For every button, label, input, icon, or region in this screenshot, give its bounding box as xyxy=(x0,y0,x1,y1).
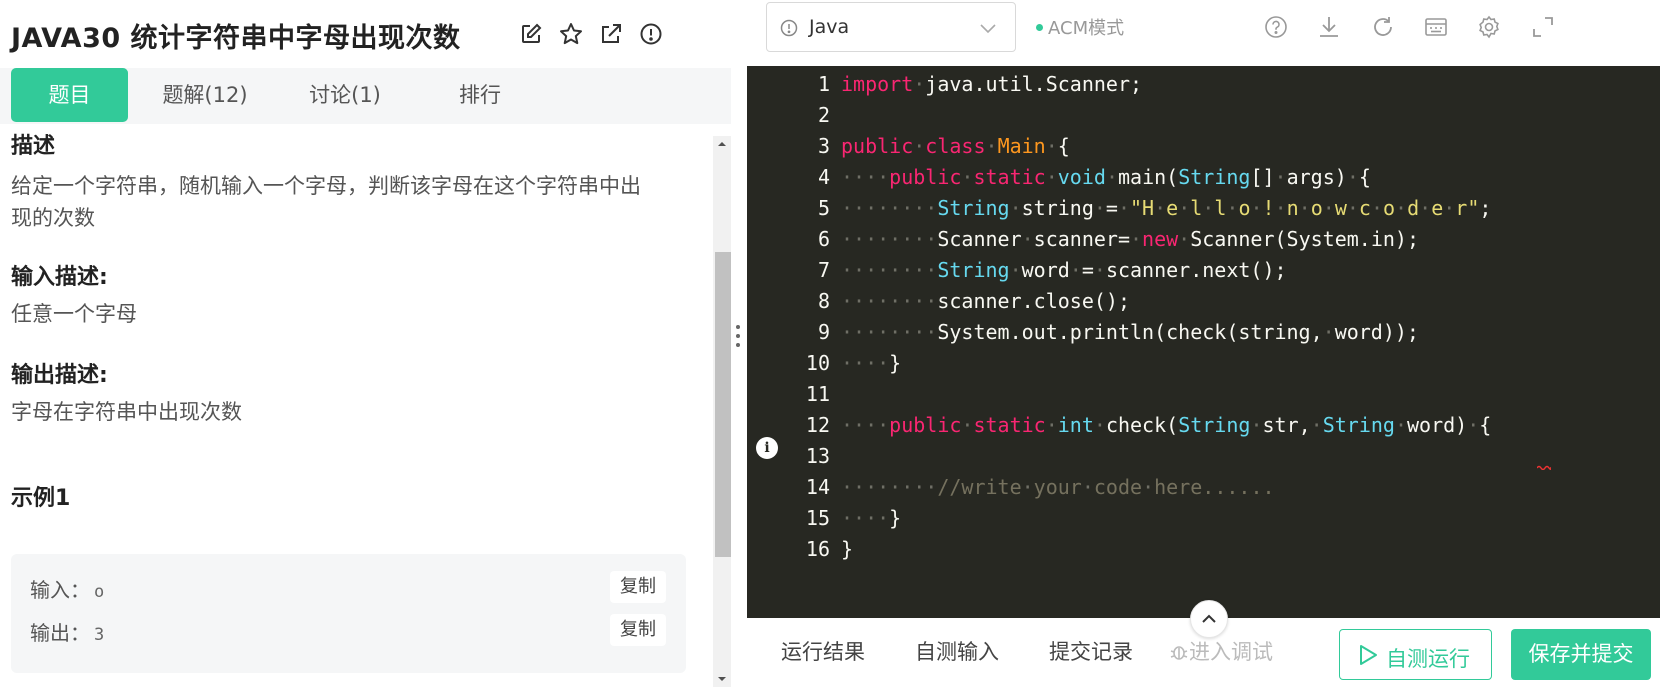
code-line: 4 ····public·static·void·main(String[]·ar… xyxy=(817,165,1371,189)
language-label: Java xyxy=(809,16,850,38)
chevron-down-icon xyxy=(980,24,996,34)
language-info-icon xyxy=(780,19,798,37)
debug-button[interactable]: 进入调试 xyxy=(1169,636,1273,666)
problem-scrollbar[interactable] xyxy=(713,136,731,687)
output-description-heading: 输出描述: xyxy=(11,363,108,388)
code-line: 13 xyxy=(805,444,830,468)
tab-ranking[interactable]: 排行 xyxy=(430,68,530,122)
run-test-label: 自测运行 xyxy=(1386,647,1470,671)
chevron-up-icon xyxy=(1202,614,1216,623)
editor-panel: Java ACM模式 1 import·java.util.Scanner; 2… xyxy=(747,0,1660,687)
example-input: 输入： o xyxy=(30,574,104,603)
info-icon[interactable] xyxy=(637,20,665,48)
settings-icon[interactable] xyxy=(1475,13,1503,41)
debug-label: 进入调试 xyxy=(1189,640,1273,664)
example-input-label: 输入： xyxy=(30,578,90,602)
tab-problem[interactable]: 题目 xyxy=(11,68,128,122)
reset-icon[interactable] xyxy=(1369,13,1397,41)
download-icon[interactable] xyxy=(1315,13,1343,41)
description-heading: 描述 xyxy=(11,134,56,159)
mode-dot-icon xyxy=(1036,24,1043,31)
tab-custom-input[interactable]: 自测输入 xyxy=(915,636,999,666)
input-description-text: 任意一个字母 xyxy=(11,302,137,326)
edit-icon[interactable] xyxy=(517,20,545,48)
error-squiggle-icon xyxy=(1537,465,1551,470)
code-line: 15 ····} xyxy=(805,506,902,530)
code-line: 16} xyxy=(805,537,854,561)
scroll-up-arrow-icon[interactable] xyxy=(713,136,731,152)
output-description-text: 字母在字符串中出现次数 xyxy=(11,400,242,424)
problem-content: 描述 给定一个字符串，随机输入一个字母，判断该字母在这个字符串中出 现的次数 输… xyxy=(0,124,713,687)
title-row: JAVA30 统计字符串中字母出现次数 xyxy=(0,0,731,68)
tab-solutions[interactable]: 题解(12) xyxy=(145,68,265,122)
code-line: 9 ········System.out.println(check(string… xyxy=(817,320,1419,344)
drag-dots-icon xyxy=(736,325,742,353)
gutter-info-icon[interactable]: i xyxy=(756,437,778,459)
console-bar: 运行结果 自测输入 提交记录 进入调试 自测运行 保存并提交 xyxy=(747,600,1660,687)
problem-tabs: 题目 题解(12) 讨论(1) 排行 xyxy=(0,68,731,124)
external-link-icon[interactable] xyxy=(597,20,625,48)
scroll-thumb[interactable] xyxy=(715,252,731,557)
code-line: 5 ········String·string·=·"H·e·l·l·o·!·n·… xyxy=(817,196,1492,220)
code-line: 2 xyxy=(817,103,830,127)
description-text-line1: 给定一个字符串，随机输入一个字母，判断该字母在这个字符串中出 xyxy=(11,174,641,198)
code-line: 1 import·java.util.Scanner; xyxy=(817,72,1143,96)
star-icon[interactable] xyxy=(557,20,585,48)
panel-resize-handle[interactable] xyxy=(731,0,747,687)
keyboard-icon[interactable] xyxy=(1422,13,1450,41)
input-description-heading: 输入描述: xyxy=(11,265,108,290)
code-line: 7 ········String·word·=·scanner.next(); xyxy=(817,258,1287,282)
acm-mode-label: ACM模式 xyxy=(1048,18,1125,39)
description-text-line2: 现的次数 xyxy=(11,206,95,230)
example-output-value: 3 xyxy=(94,625,105,645)
editor-toolbar: Java ACM模式 xyxy=(747,0,1660,66)
language-select[interactable]: Java xyxy=(766,2,1016,52)
console-toggle-button[interactable] xyxy=(1190,600,1228,638)
copy-output-button[interactable]: 复制 xyxy=(610,614,666,646)
example-heading: 示例1 xyxy=(11,486,71,511)
code-editor[interactable]: 1 import·java.util.Scanner; 2 3 public·cla… xyxy=(747,66,1660,618)
code-line: 12 ····public·static·int·check(String·str… xyxy=(805,413,1492,437)
save-submit-button[interactable]: 保存并提交 xyxy=(1511,629,1651,680)
play-icon xyxy=(1360,645,1377,665)
example-box: 输入： o 复制 输出： 3 复制 xyxy=(11,554,686,673)
scroll-down-arrow-icon[interactable] xyxy=(713,671,731,687)
tab-run-result[interactable]: 运行结果 xyxy=(781,636,865,666)
example-input-value: o xyxy=(94,582,105,602)
code-line: 10 ····} xyxy=(805,351,902,375)
code-line: 8 ········scanner.close(); xyxy=(817,289,1130,313)
bug-icon xyxy=(1170,646,1188,660)
tab-submission-history[interactable]: 提交记录 xyxy=(1049,636,1133,666)
example-output: 输出： 3 xyxy=(30,617,104,646)
code-line: 11 xyxy=(805,382,830,406)
page-title: JAVA30 统计字符串中字母出现次数 xyxy=(11,23,461,54)
example-output-label: 输出： xyxy=(30,621,90,645)
fullscreen-icon[interactable] xyxy=(1529,13,1557,41)
code-line: 14 ········//write·your·code·here...... xyxy=(805,475,1275,499)
run-test-button[interactable]: 自测运行 xyxy=(1339,629,1492,680)
acm-mode-indicator[interactable]: ACM模式 xyxy=(1036,14,1124,40)
code-line: 6 ········Scanner·scanner=·new·Scanner(Sy… xyxy=(817,227,1419,251)
problem-panel: JAVA30 统计字符串中字母出现次数 题目 题解(12) 讨论(1) 排行 描… xyxy=(0,0,731,687)
code-line: 3 public·class·Main·{ xyxy=(817,134,1070,158)
help-icon[interactable] xyxy=(1262,13,1290,41)
copy-input-button[interactable]: 复制 xyxy=(610,571,666,603)
tab-discussion[interactable]: 讨论(1) xyxy=(290,68,400,122)
